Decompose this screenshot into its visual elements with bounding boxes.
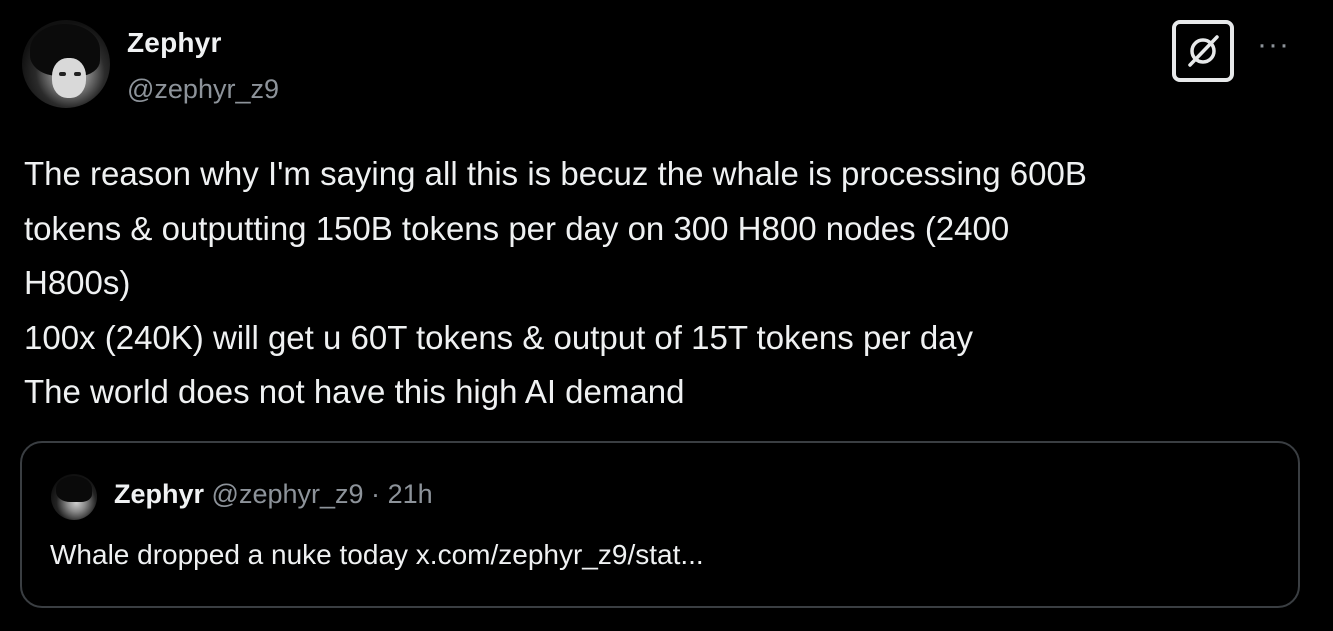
tweet-text-line: tokens & outputting 150B tokens per day … [24,209,1010,247]
tweet-text-line: The reason why I'm saying all this is be… [24,155,1087,192]
quoted-tweet-card[interactable]: Zephyr @zephyr_z9 · 21h Whale dropped a … [20,441,1300,608]
quoted-author-display-name: Zephyr [114,479,205,509]
quoted-author-avatar [51,474,97,520]
author-avatar[interactable] [22,20,110,108]
grok-button[interactable] [1172,20,1234,82]
quoted-timestamp: 21h [387,479,433,509]
author-display-name[interactable]: Zephyr [127,27,222,59]
tweet-text: The reason why I'm saying all this is be… [24,147,1314,420]
tweet-text-line: 100x (240K) will get u 60T tokens & outp… [24,318,974,356]
tweet-text-line: H800s) [24,264,131,301]
quoted-tweet-text: Whale dropped a nuke today x.com/zephyr_… [50,539,704,570]
tweet-text-line: The world does not have this high AI dem… [24,373,685,410]
quoted-tweet-header: Zephyr @zephyr_z9 · 21h [114,479,433,510]
author-handle[interactable]: @zephyr_z9 [127,74,279,105]
tweet: Zephyr @zephyr_z9 ··· The reason why I'm… [0,0,1333,631]
more-options-button[interactable]: ··· [1257,30,1307,60]
quoted-author-handle: @zephyr_z9 [211,479,364,509]
quoted-separator: · [371,479,381,509]
